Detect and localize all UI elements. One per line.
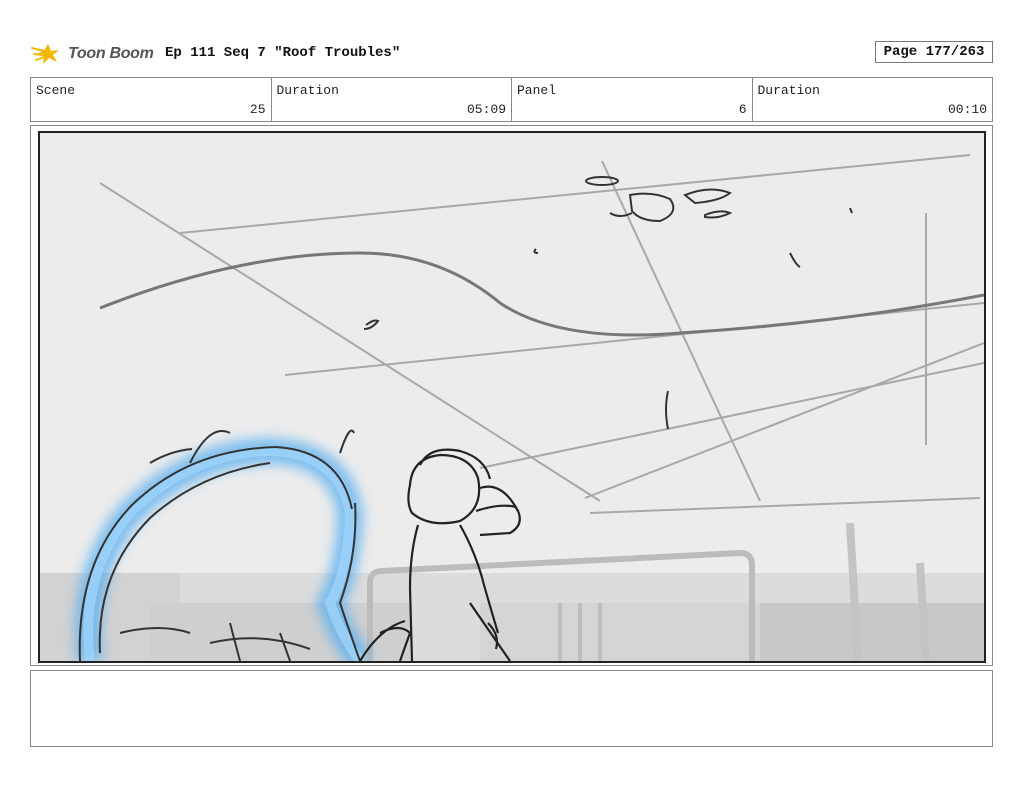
panel-duration-value: 00:10 — [947, 102, 987, 117]
panel-value: 6 — [738, 102, 747, 117]
logo-text: Toon Boom — [68, 45, 154, 62]
scene-duration-value: 05:09 — [466, 102, 506, 117]
episode-title: Ep 111 Seq 7 "Roof Troubles" — [165, 45, 401, 61]
scene-value: 25 — [249, 102, 266, 117]
page-number: Page 177/263 — [875, 41, 993, 63]
page-header: Toon Boom Ep 111 Seq 7 "Roof Troubles" P… — [30, 38, 993, 70]
sketch-drawing — [40, 154, 984, 661]
panel-duration-label: Duration — [757, 83, 820, 98]
scene-cell: Scene 25 — [31, 78, 272, 121]
panel-duration-cell: Duration 00:10 — [753, 78, 993, 121]
scene-duration-cell: Duration 05:09 — [272, 78, 512, 121]
info-row: Scene 25 Duration 05:09 Panel 6 Duration… — [30, 77, 993, 122]
panel-label: Panel — [517, 83, 557, 98]
scene-duration-label: Duration — [276, 83, 339, 98]
toon-boom-logo: Toon Boom — [30, 38, 154, 70]
notes-box — [30, 670, 993, 747]
starburst-logo-icon — [31, 44, 59, 64]
panel-cell: Panel 6 — [512, 78, 753, 121]
scene-label: Scene — [36, 83, 76, 98]
storyboard-panel-drawing — [38, 131, 986, 663]
